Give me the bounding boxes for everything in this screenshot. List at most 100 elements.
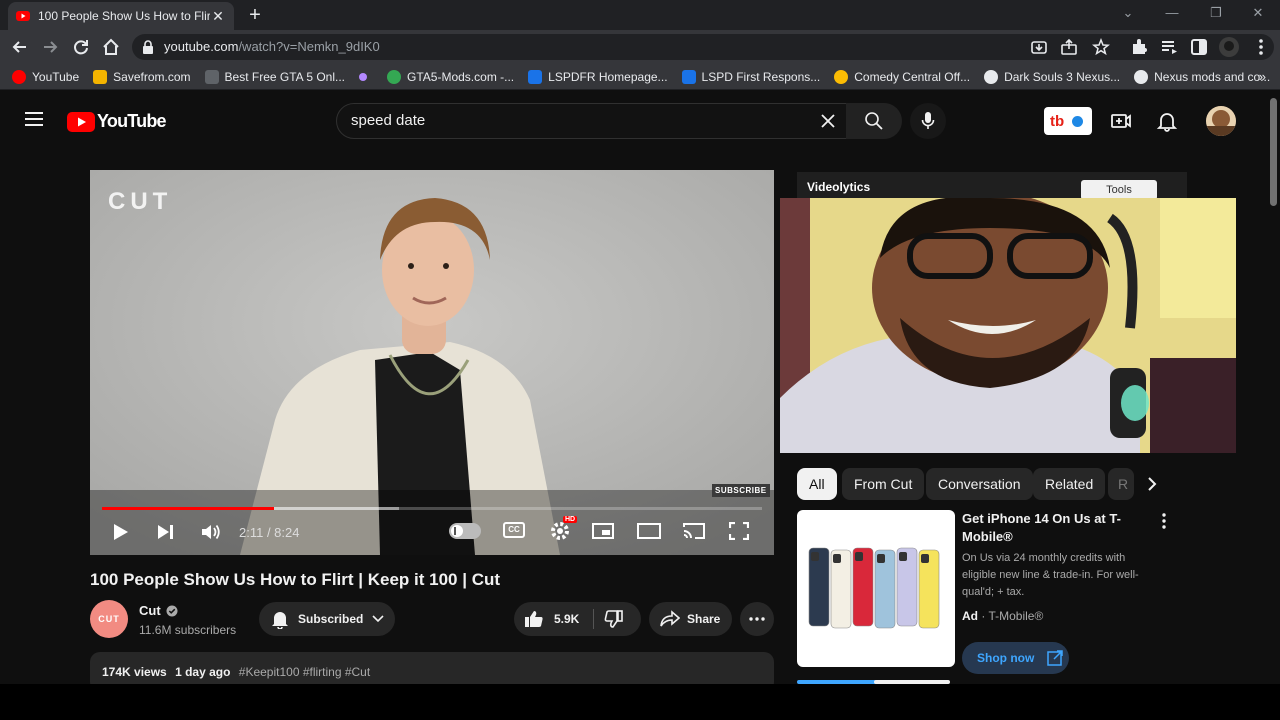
autoplay-knob [451,525,463,537]
next-video-icon[interactable] [156,523,176,541]
share-page-icon[interactable] [1060,38,1078,56]
back-arrow-icon[interactable] [9,36,31,58]
youtube-logo[interactable]: YouTube [67,111,167,132]
bookmark-favicon-icon [204,69,219,84]
tab-search-icon[interactable]: ⌄ [1108,0,1148,28]
install-app-icon[interactable] [1030,38,1048,56]
phone-shape [874,549,896,629]
video-player[interactable]: CUT SUBSCRIBE 2:11 / 8:24 CC HD [90,170,774,555]
play-icon[interactable] [112,522,130,542]
bookmark-item[interactable] [359,72,373,81]
miniplayer-icon[interactable] [592,523,614,539]
videolytics-bar: Videolytics Tools [797,172,1187,200]
like-button[interactable]: 5.9K [514,602,592,636]
share-button[interactable]: Share [649,602,732,636]
bookmark-item[interactable]: Best Free GTA 5 Onl... [204,69,345,84]
lock-icon[interactable] [142,40,154,54]
channel-avatar[interactable]: CUT [90,600,128,638]
bookmark-item[interactable]: Savefrom.com [93,69,191,84]
chip-partial[interactable]: R [1108,468,1134,500]
share-label: Share [687,612,721,626]
thumbs-down-icon[interactable] [604,609,624,629]
chip-related[interactable]: Related [1033,468,1106,500]
bookmark-item[interactable]: GTA5-Mods.com -... [387,69,514,84]
ad-thumbnail[interactable] [797,510,955,667]
create-video-icon[interactable] [1110,110,1132,132]
ad-advertiser: T-Mobile® [988,609,1044,623]
subscriber-count: 11.6M subscribers [139,623,237,637]
youtube-header: YouTube speed date tb [0,90,1268,154]
close-window-button[interactable]: ✕ [1238,0,1278,28]
page-scrollbar[interactable] [1268,90,1280,684]
bookmark-item[interactable]: Nexus mods and co... [1134,69,1270,84]
account-avatar[interactable] [1206,106,1236,136]
forward-arrow-icon[interactable] [39,36,61,58]
bookmark-item[interactable]: YouTube [12,69,79,84]
phone-shape [896,547,918,627]
bookmark-item[interactable]: Dark Souls 3 Nexus... [984,69,1120,84]
subscribed-button[interactable]: Subscribed [259,602,395,636]
autoplay-toggle[interactable] [449,523,481,539]
tools-dropdown[interactable]: Tools [1081,180,1157,200]
ad-label: Ad [962,609,978,623]
home-icon[interactable] [100,36,122,58]
bookmark-item[interactable]: LSPD First Respons... [681,69,820,84]
chip-conversation[interactable]: Conversation [926,468,1033,500]
bookmark-favicon-icon [12,69,26,84]
media-queue-icon[interactable] [1158,36,1180,58]
ad-menu-icon[interactable] [1156,512,1172,530]
letterbox-strip [0,684,1280,720]
bell-icon [270,609,290,629]
chips-next-chevron-icon[interactable] [1146,476,1158,492]
search-button[interactable] [846,103,902,139]
address-bar[interactable]: youtube.com/watch?v=Nemkn_9dIK0 [132,34,1274,60]
browser-menu-icon[interactable] [1250,36,1272,58]
new-tab-button[interactable]: + [244,4,266,26]
clear-search-icon[interactable] [819,112,837,130]
divider [593,609,594,629]
bookmarks-bar: YouTube Savefrom.com Best Free GTA 5 Onl… [0,64,1280,90]
fullscreen-icon[interactable] [729,522,749,540]
tab-close-icon[interactable]: ✕ [210,8,226,25]
settings-gear-icon[interactable] [549,520,571,542]
hashtags[interactable]: #Keepit100 #flirting #Cut [239,665,370,679]
bookmark-item[interactable]: LSPDFR Homepage... [528,69,668,84]
notifications-bell-icon[interactable] [1156,110,1178,132]
volume-icon[interactable] [200,522,222,542]
reload-icon[interactable] [70,36,92,58]
progress-bar[interactable] [102,507,762,510]
bookmark-star-icon[interactable] [1092,38,1110,56]
extensions-puzzle-icon[interactable] [1128,36,1150,58]
browser-tab[interactable]: 100 People Show Us How to Flirt ✕ [8,2,234,30]
captions-button[interactable]: CC [503,522,525,538]
scrollbar-thumb[interactable] [1270,98,1277,206]
voice-search-button[interactable] [910,103,946,139]
youtube-favicon-icon [16,11,30,21]
phone-shape [918,549,940,629]
tubebuddy-extension-button[interactable]: tb [1044,107,1092,135]
ad-meta: Ad · T-Mobile® [962,609,1043,623]
bookmark-item[interactable]: Comedy Central Off... [834,69,970,84]
status-dot-icon [1072,115,1084,127]
shop-now-button[interactable]: Shop now [962,642,1069,674]
search-input[interactable]: speed date [336,103,856,139]
shop-now-label: Shop now [977,651,1035,665]
minimize-button[interactable]: — [1152,0,1192,28]
bookmarks-overflow-icon[interactable]: » [1259,69,1266,84]
cast-icon[interactable] [682,522,706,540]
chip-from-cut[interactable]: From Cut [842,468,925,500]
subscribe-watermark[interactable]: SUBSCRIBE [712,484,770,497]
theater-mode-icon[interactable] [637,523,661,539]
more-actions-button[interactable] [740,602,774,636]
hamburger-menu-icon[interactable] [24,111,44,127]
facecam-image [780,198,1236,453]
bookmark-favicon-icon [984,69,999,84]
bookmark-favicon-icon [359,72,368,81]
restore-button[interactable]: ❐ [1196,0,1236,28]
side-panel-icon[interactable] [1188,36,1210,58]
extension-badge-text: tb [1050,112,1065,130]
ad-title[interactable]: Get iPhone 14 On Us at T-Mobile® [962,510,1152,546]
profile-avatar[interactable] [1218,36,1240,58]
chip-all[interactable]: All [797,468,837,500]
channel-name-row[interactable]: Cut [139,603,178,618]
